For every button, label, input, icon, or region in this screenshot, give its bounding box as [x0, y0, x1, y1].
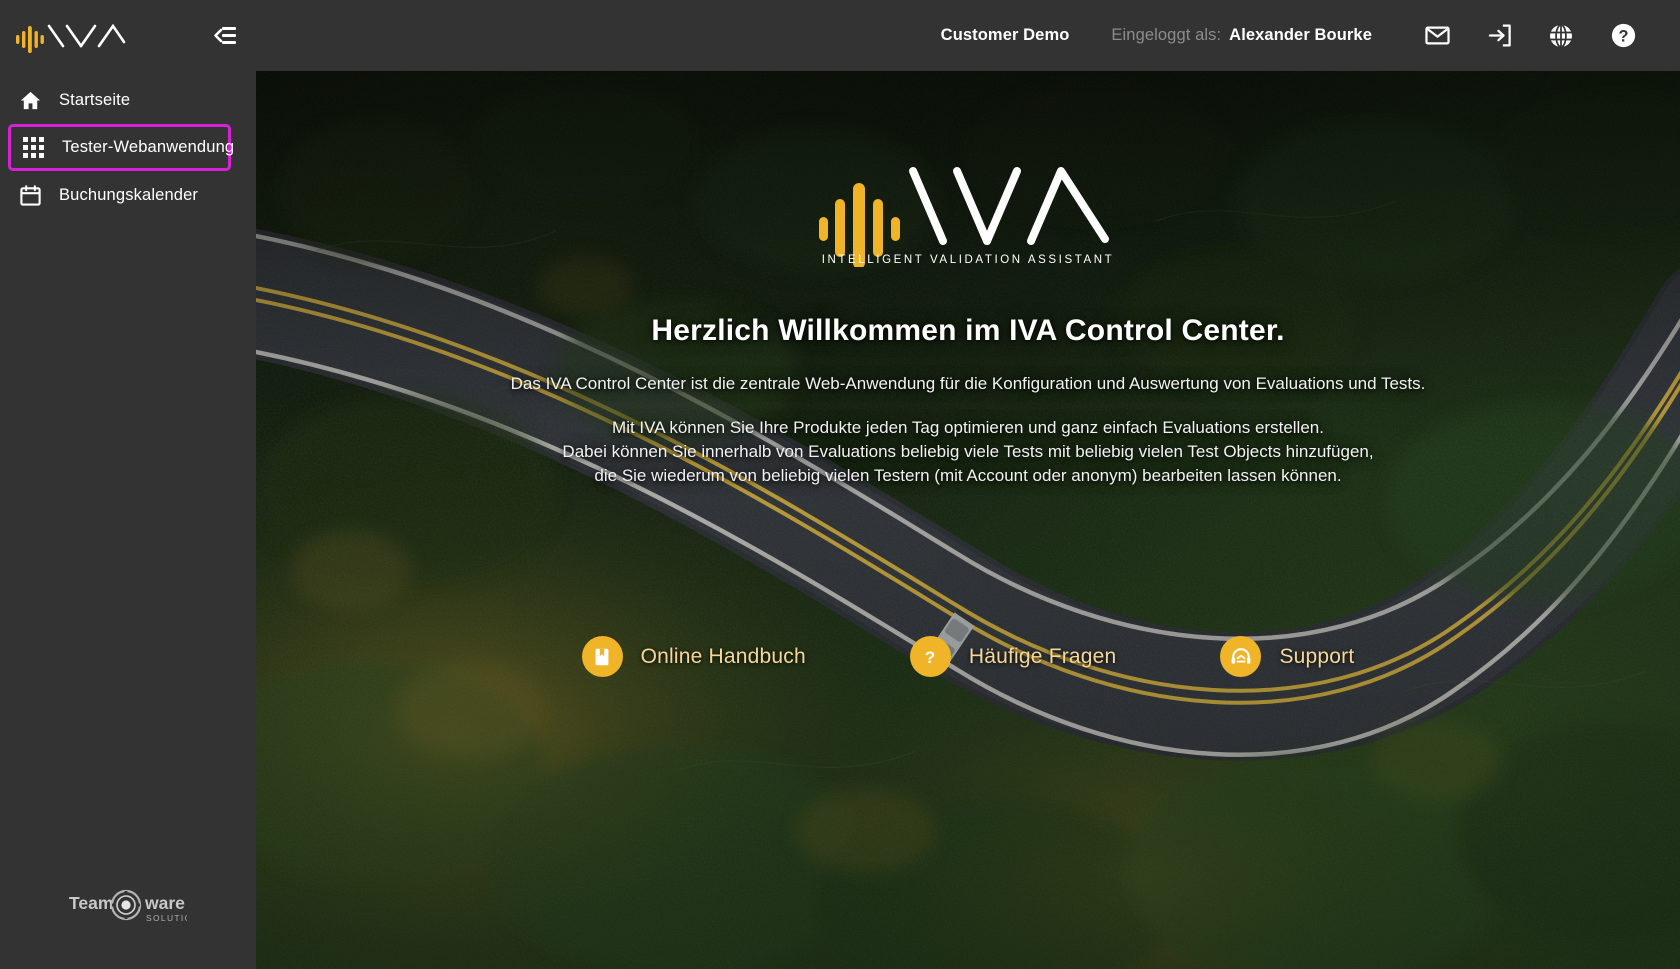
support-label: Support [1279, 644, 1355, 668]
teamware-solutions-logo: Team ware SOLUTIONS [69, 889, 187, 923]
collapse-sidebar-button[interactable] [208, 19, 242, 53]
hero-paragraph-2: Mit IVA können Sie Ihre Produkte jeden T… [562, 416, 1373, 488]
svg-text:ware: ware [144, 893, 185, 913]
top-bar-brand-area [0, 0, 256, 71]
grid-apps-icon [18, 133, 48, 163]
iva-tagline: INTELLIGENT VALIDATION ASSISTANT [822, 254, 1115, 266]
sidebar-item-label: Buchungskalender [59, 185, 199, 204]
mail-icon [1424, 26, 1450, 45]
main-hero: INTELLIGENT VALIDATION ASSISTANT Herzlic… [256, 71, 1680, 969]
sidebar-nav: Startseite Tester-Webanwendung Buchungsk… [0, 71, 256, 217]
hero-paragraph-2-line: die Sie wiederum von beliebig vielen Tes… [594, 466, 1342, 486]
logged-in-user: Alexander Bourke [1229, 26, 1372, 44]
haeufige-fragen-label: Häufige Fragen [968, 644, 1117, 668]
svg-text:?: ? [1618, 28, 1628, 46]
support-link[interactable]: Support [1220, 636, 1355, 678]
top-bar-actions: Customer Demo Eingeloggt als: Alexander … [256, 0, 1680, 71]
help-button[interactable]: ? [1592, 0, 1654, 71]
book-icon [581, 636, 623, 678]
iva-logo-large-svg: INTELLIGENT VALIDATION ASSISTANT [819, 167, 1115, 269]
app-root: Customer Demo Eingeloggt als: Alexander … [0, 0, 1680, 969]
sidebar-item-buchungskalender[interactable]: Buchungskalender [0, 173, 256, 217]
language-button[interactable] [1530, 0, 1592, 71]
headset-support-icon [1220, 636, 1262, 678]
top-bar: Customer Demo Eingeloggt als: Alexander … [0, 0, 1680, 71]
haeufige-fragen-link[interactable]: ? Häufige Fragen [909, 636, 1117, 678]
logged-in-label: Eingeloggt als: [1111, 26, 1222, 44]
calendar-icon [15, 180, 45, 210]
globe-icon [1550, 23, 1572, 48]
logout-button[interactable] [1468, 0, 1530, 71]
mail-button[interactable] [1406, 0, 1468, 71]
sidebar-item-label: Tester-Webanwendung [62, 138, 235, 156]
logout-icon [1488, 24, 1511, 47]
page-title: Herzlich Willkommen im IVA Control Cente… [651, 314, 1285, 347]
hero-links: Online Handbuch ? Häufige Fragen Support [581, 636, 1355, 678]
online-handbuch-label: Online Handbuch [640, 644, 806, 668]
svg-text:SOLUTIONS: SOLUTIONS [146, 913, 187, 923]
hero-paragraph-2-line: Mit IVA können Sie Ihre Produkte jeden T… [612, 418, 1324, 437]
hero-paragraph-1: Das IVA Control Center ist die zentrale … [510, 374, 1426, 393]
customer-name: Customer Demo [940, 26, 1070, 44]
hero-paragraph-2-line: Dabei können Sie innerhalb von Evaluatio… [562, 442, 1374, 462]
sidebar-item-tester-webanwendung[interactable]: Tester-Webanwendung [8, 124, 235, 171]
svg-text:Team: Team [69, 893, 113, 913]
iva-logo-large: INTELLIGENT VALIDATION ASSISTANT [813, 145, 1123, 272]
body-row: Startseite Tester-Webanwendung Buchungsk… [0, 71, 1680, 969]
sidebar: Startseite Tester-Webanwendung Buchungsk… [0, 71, 256, 969]
collapse-sidebar-icon [214, 26, 236, 44]
online-handbuch-link[interactable]: Online Handbuch [581, 636, 806, 678]
question-mark-icon: ? [909, 636, 951, 678]
sidebar-item-label: Startseite [59, 90, 131, 109]
sidebar-footer: Team ware SOLUTIONS [0, 885, 256, 969]
help-icon: ? [1611, 23, 1635, 48]
iva-logo-small[interactable] [14, 16, 208, 56]
iva-logo-small-svg [16, 23, 126, 53]
svg-text:?: ? [925, 648, 935, 667]
hero-content: INTELLIGENT VALIDATION ASSISTANT Herzlic… [256, 71, 1680, 969]
sidebar-item-startseite[interactable]: Startseite [0, 78, 256, 122]
home-icon [15, 85, 45, 115]
